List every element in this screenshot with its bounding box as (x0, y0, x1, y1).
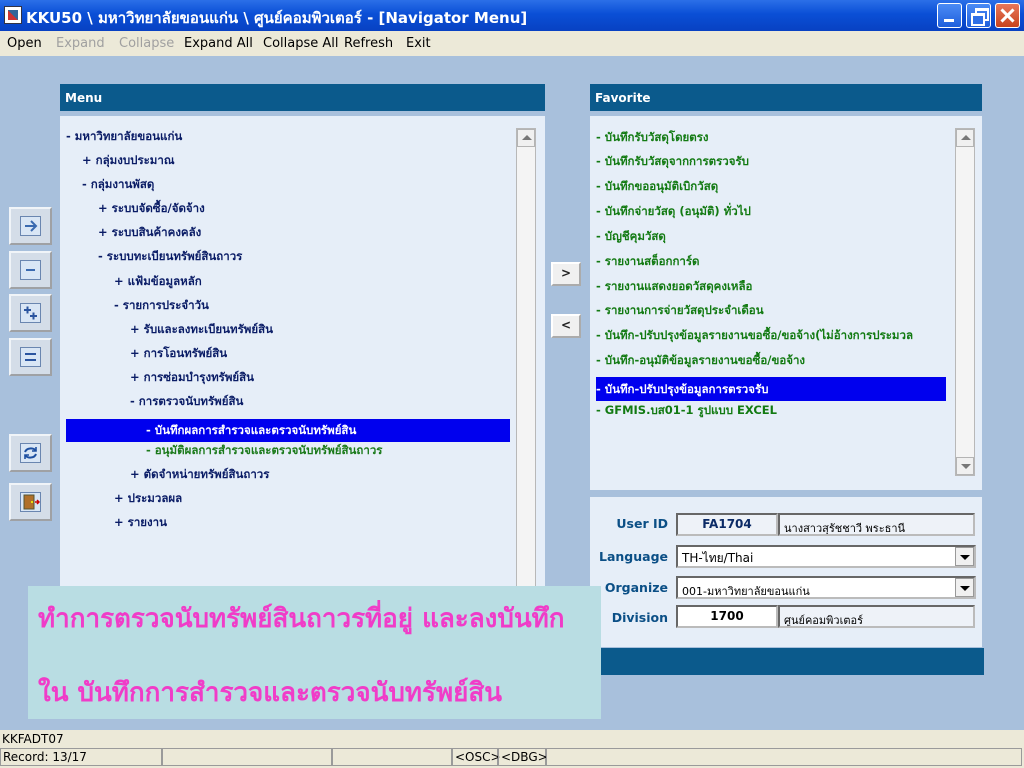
scroll-down-icon[interactable] (956, 457, 974, 475)
tree-item[interactable]: + ตัดจำหน่ายทรัพย์สินถาวร (130, 463, 269, 486)
favorite-panel-header: Favorite (590, 84, 982, 111)
expand-icon (20, 216, 41, 236)
favorite-item[interactable]: - บันทึก-ปรับปรุงข้อมูลรายงานขอซื้อ/ขอจ้… (596, 323, 913, 347)
favorite-scrollbar[interactable] (955, 128, 975, 476)
callout-line-1: ทำการตรวจนับทรัพย์สินถาวรที่อยู่ และลงบั… (38, 604, 565, 634)
collapse-all-icon (20, 347, 41, 367)
favorite-list: - บันทึกรับวัสดุโดยตรง - บันทึกรับวัสดุจ… (590, 116, 982, 490)
menu-expand-all[interactable]: Expand All (184, 36, 253, 51)
tree-item[interactable]: - กลุ่มงานพัสดุ (82, 173, 154, 196)
division-label: Division (611, 610, 668, 625)
tree-item[interactable]: + รับและลงทะเบียนทรัพย์สิน (130, 318, 273, 341)
collapse-all-button[interactable] (9, 338, 52, 376)
tree-item[interactable]: + รายงาน (114, 511, 167, 534)
tree-item[interactable]: + การโอนทรัพย์สิน (130, 342, 227, 365)
tree-item[interactable]: + ระบบสินค้าคงคลัง (98, 221, 201, 244)
tree-item[interactable]: - รายการประจำวัน (114, 294, 209, 317)
user-id-label: User ID (616, 516, 668, 531)
title-bar: KKU50 \ มหาวิทยาลัยขอนแก่น \ ศูนย์คอมพิว… (0, 0, 1024, 31)
favorite-item[interactable]: - บันทึกรับวัสดุโดยตรง (596, 125, 709, 149)
favorite-item[interactable]: - บัญชีคุมวัสดุ (596, 224, 666, 248)
menu-collapse[interactable]: Collapse (119, 36, 174, 51)
form-code: KKFADT07 (2, 732, 64, 746)
menu-expand[interactable]: Expand (56, 36, 105, 51)
language-select[interactable]: TH-ไทย/Thai (676, 545, 976, 568)
chevron-down-icon[interactable] (955, 578, 974, 597)
tree-item[interactable]: - อนุมัติผลการสำรวจและตรวจนับทรัพย์สินถา… (146, 439, 382, 462)
favorite-item[interactable]: - บันทึกจ่ายวัสดุ (อนุมัติ) ทั่วไป (596, 199, 751, 223)
division-name-field: ศูนย์คอมพิวเตอร์ (778, 605, 975, 628)
close-button[interactable] (995, 3, 1020, 28)
menu-scrollbar[interactable] (516, 128, 536, 588)
instruction-callout: ทำการตรวจนับทรัพย์สินถาวรที่อยู่ และลงบั… (28, 586, 601, 719)
favorite-item[interactable]: - รายงานแสดงยอดวัสดุคงเหลือ (596, 274, 752, 298)
tree-item[interactable]: + กลุ่มงบประมาณ (82, 149, 175, 172)
language-label: Language (598, 549, 668, 564)
record-counter: Record: 13/17 (0, 748, 162, 766)
favorite-item[interactable]: - บันทึกขออนุมัติเบิกวัสดุ (596, 174, 718, 198)
favorite-item[interactable]: - รายงานการจ่ายวัสดุประจำเดือน (596, 298, 764, 322)
tree-item[interactable]: + การซ่อมบำรุงทรัพย์สิน (130, 366, 254, 389)
minimize-button[interactable] (937, 3, 962, 28)
expand-all-button[interactable] (9, 294, 52, 332)
menu-collapse-all[interactable]: Collapse All (263, 36, 339, 51)
organize-label: Organize (604, 580, 668, 595)
refresh-button[interactable] (9, 434, 52, 472)
scroll-up-icon[interactable] (956, 129, 974, 147)
menu-refresh[interactable]: Refresh (344, 36, 393, 51)
scroll-up-icon[interactable] (517, 129, 535, 147)
osc-indicator: <OSC> (452, 748, 501, 766)
favorite-item[interactable]: - รายงานสต็อกการ์ด (596, 249, 700, 273)
status-cell (162, 748, 332, 766)
tree-item[interactable]: - การตรวจนับทรัพย์สิน (130, 390, 243, 413)
menu-open[interactable]: Open (7, 36, 42, 51)
status-cell (546, 748, 1022, 766)
user-panel-footer (601, 648, 984, 675)
status-cell (332, 748, 452, 766)
remove-from-favorite-button[interactable]: < (551, 314, 581, 338)
app-icon[interactable] (4, 6, 22, 24)
expand-all-icon (20, 303, 41, 323)
restore-button[interactable] (966, 3, 991, 28)
user-id-field: FA1704 (676, 513, 778, 536)
tree-item[interactable]: + แฟ้มข้อมูลหลัก (114, 270, 202, 293)
add-to-favorite-button[interactable]: > (551, 262, 581, 286)
menu-bar: Open Expand Collapse Expand All Collapse… (0, 31, 1024, 56)
exit-button[interactable] (9, 483, 52, 521)
exit-door-icon (20, 492, 41, 512)
menu-exit[interactable]: Exit (406, 36, 431, 51)
dbg-indicator: <DBG> (498, 748, 548, 766)
chevron-down-icon[interactable] (955, 547, 974, 566)
tree-item[interactable]: + ประมวลผล (114, 487, 182, 510)
menu-panel-header: Menu (60, 84, 545, 111)
user-name-field: นางสาวสุรัชชาวี พระธานี (778, 513, 975, 536)
collapse-node-button[interactable] (9, 251, 52, 289)
division-code-field: 1700 (676, 605, 778, 628)
minus-icon (20, 260, 41, 280)
favorite-item[interactable]: - GFMIS.บส01-1 รูปแบบ EXCEL (596, 398, 777, 422)
status-bar: KKFADT07 Record: 13/17 <OSC> <DBG> (0, 730, 1024, 768)
tree-item[interactable]: - มหาวิทยาลัยขอนแก่น (66, 125, 182, 148)
callout-line-2: ใน บันทึกการสำรวจและตรวจนับทรัพย์สิน (38, 678, 502, 708)
favorite-item[interactable]: - บันทึกรับวัสดุจากการตรวจรับ (596, 149, 749, 173)
organize-select[interactable]: 001-มหาวิทยาลัยขอนแก่น (676, 576, 976, 599)
refresh-icon (20, 443, 41, 463)
menu-tree: - มหาวิทยาลัยขอนแก่น + กลุ่มงบประมาณ - ก… (60, 116, 545, 586)
expand-node-button[interactable] (9, 207, 52, 245)
favorite-item[interactable]: - บันทึก-อนุมัติข้อมูลรายงานขอซื้อ/ขอจ้า… (596, 348, 805, 372)
window-title: KKU50 \ มหาวิทยาลัยขอนแก่น \ ศูนย์คอมพิว… (26, 9, 528, 27)
tree-item[interactable]: - ระบบทะเบียนทรัพย์สินถาวร (98, 245, 242, 268)
tree-item[interactable]: + ระบบจัดซื้อ/จัดจ้าง (98, 197, 205, 220)
